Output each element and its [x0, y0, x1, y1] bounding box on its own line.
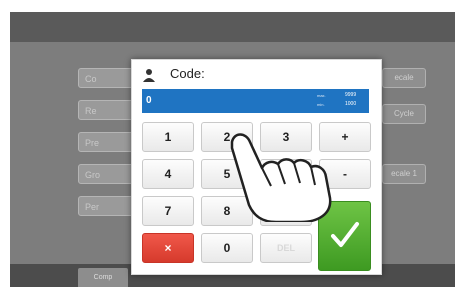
max-value: 9999 [345, 92, 357, 98]
user-icon [143, 69, 155, 82]
key-1[interactable]: 1 [142, 122, 194, 152]
cancel-button[interactable]: × [142, 233, 194, 263]
key-4[interactable]: 4 [142, 159, 194, 189]
background-row-label: Co [85, 74, 97, 84]
background-button: ecale [382, 68, 426, 88]
delete-button[interactable]: DEL [260, 233, 312, 263]
background-row-label: Pre [85, 138, 100, 148]
key-7[interactable]: 7 [142, 196, 194, 226]
bottom-tab: Comp [78, 268, 128, 287]
key-0[interactable]: 0 [201, 233, 253, 263]
min-value: 1000 [345, 101, 357, 107]
dialog-title: Code: [170, 66, 205, 81]
background-button: ecale 1 [382, 164, 426, 184]
background-row-label: Gro [85, 170, 101, 180]
code-display[interactable]: 0 max. 9999 min. 1000 [142, 89, 369, 113]
top-bar [10, 12, 455, 42]
background-row-label: Per [85, 202, 100, 212]
min-label: min. [317, 102, 325, 107]
background-row-label: Re [85, 106, 97, 116]
max-label: max. [317, 93, 326, 98]
hand-pointer-icon [230, 133, 332, 222]
code-value: 0 [146, 95, 152, 106]
background-button: Cycle [382, 104, 426, 124]
